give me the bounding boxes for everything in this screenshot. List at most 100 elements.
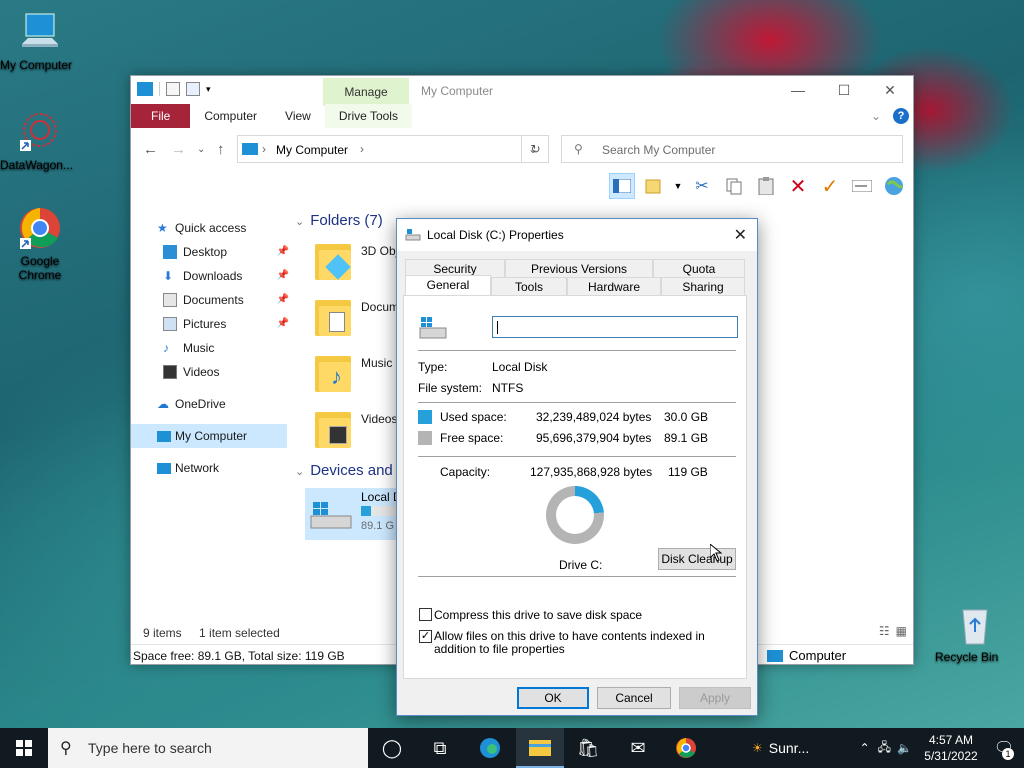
folder-videos[interactable]: Videos: [361, 412, 397, 426]
network-icon[interactable]: 🖧: [878, 738, 891, 759]
chrome-icon[interactable]: [662, 728, 710, 768]
capacity-bytes: 127,935,868,928 bytes: [530, 465, 653, 479]
folder-documents[interactable]: Docum: [361, 300, 399, 314]
tab-general[interactable]: General: [405, 275, 491, 295]
ok-button[interactable]: OK: [517, 687, 589, 709]
desktop-icon-recycle-bin[interactable]: Recycle Bin: [935, 602, 1015, 664]
large-icons-view-icon[interactable]: ▦: [896, 624, 907, 638]
forward-arrow-icon[interactable]: →: [171, 141, 186, 158]
address-bar[interactable]: › My Computer › ⌄: [237, 135, 549, 163]
search-icon: ⚲: [574, 142, 583, 156]
minimize-button[interactable]: —: [775, 76, 821, 104]
start-button[interactable]: [0, 728, 48, 768]
pin-icon[interactable]: 📌: [277, 264, 289, 288]
globe-icon[interactable]: [881, 173, 907, 199]
cancel-button[interactable]: Cancel: [597, 687, 671, 709]
tab-previous-versions[interactable]: Previous Versions: [505, 259, 653, 277]
copy-icon[interactable]: [721, 173, 747, 199]
chevron-down-icon: ⌄: [295, 216, 305, 228]
tab-hardware[interactable]: Hardware: [567, 277, 661, 295]
compress-checkbox[interactable]: [419, 608, 432, 621]
store-icon[interactable]: 🛍: [564, 728, 612, 768]
help-icon[interactable]: ?: [893, 108, 909, 124]
expand-ribbon-icon[interactable]: ⌄: [871, 109, 881, 123]
desktop-icon-chrome[interactable]: Google Chrome: [0, 206, 80, 282]
apply-button[interactable]: Apply: [679, 687, 751, 709]
chevron-right-icon[interactable]: ›: [360, 142, 364, 156]
tab-tools[interactable]: Tools: [491, 277, 567, 295]
nav-item-pictures[interactable]: Pictures 📌: [131, 312, 291, 336]
details-view-icon[interactable]: ☷: [879, 624, 890, 638]
nav-item-my-computer[interactable]: My Computer: [131, 424, 287, 448]
videos-icon: [163, 365, 177, 379]
checkmark-icon[interactable]: ✓: [817, 173, 843, 199]
disk-cleanup-button[interactable]: Disk Cleanup: [658, 548, 736, 570]
dialog-titlebar[interactable]: Local Disk (C:) Properties ✕: [397, 219, 757, 251]
cut-icon[interactable]: ✂: [689, 173, 715, 199]
folder-3d-objects[interactable]: 3D Obj: [361, 244, 398, 258]
drive-icon: [405, 229, 421, 244]
folders-group-header[interactable]: ⌄ Folders (7): [295, 212, 383, 229]
desktop-icon-my-computer[interactable]: My Computer: [0, 10, 80, 72]
delete-icon[interactable]: ✕: [785, 173, 811, 199]
pin-icon[interactable]: 📌: [277, 288, 289, 312]
download-icon: ⬇: [163, 269, 174, 283]
refresh-button[interactable]: ↻: [521, 135, 549, 163]
maximize-button[interactable]: ☐: [821, 76, 867, 104]
nav-item-quick-access[interactable]: ★ Quick access: [131, 216, 291, 240]
rename-icon[interactable]: [849, 173, 875, 199]
nav-item-documents[interactable]: Documents 📌: [131, 288, 291, 312]
properties-icon[interactable]: [166, 82, 180, 96]
clock[interactable]: 4:57 AM 5/31/2022: [918, 732, 984, 764]
search-input[interactable]: ⚲ Search My Computer: [561, 135, 903, 163]
cortana-icon[interactable]: ◯: [368, 728, 416, 768]
nav-item-onedrive[interactable]: ☁ OneDrive: [131, 392, 291, 416]
tab-sharing[interactable]: Sharing: [661, 277, 745, 295]
tab-file[interactable]: File: [131, 104, 191, 128]
up-arrow-icon[interactable]: ↑: [217, 141, 225, 158]
file-explorer-icon[interactable]: [516, 728, 564, 768]
mail-icon[interactable]: ✉: [614, 728, 662, 768]
capacity-label: Capacity:: [440, 465, 491, 479]
pin-icon[interactable]: 📌: [277, 240, 289, 264]
nav-item-downloads[interactable]: ⬇ Downloads 📌: [131, 264, 291, 288]
item-count: 9 items: [143, 626, 182, 640]
manage-contextual-tab[interactable]: Manage: [323, 78, 409, 106]
nav-item-network[interactable]: Network: [131, 456, 291, 480]
back-arrow-icon[interactable]: ←: [143, 141, 158, 158]
nav-item-videos[interactable]: Videos: [131, 360, 291, 384]
index-checkbox[interactable]: ✓: [419, 630, 432, 643]
nav-item-music[interactable]: ♪ Music: [131, 336, 291, 360]
drive-name-input[interactable]: [492, 316, 738, 338]
drive-tile-local-disk-c[interactable]: Local D 89.1 G: [305, 488, 405, 540]
tab-computer[interactable]: Computer: [190, 104, 271, 128]
recent-locations-icon[interactable]: ⌄: [197, 144, 205, 155]
chevron-up-icon[interactable]: ⌃: [860, 741, 870, 755]
taskbar-search-input[interactable]: ⚲ Type here to search: [48, 728, 368, 768]
folder-icon: [315, 240, 351, 282]
explorer-titlebar[interactable]: ▾ Manage My Computer — ☐ ✕: [131, 76, 913, 106]
chevron-down-icon[interactable]: ▼: [673, 173, 683, 199]
edge-icon[interactable]: [466, 728, 514, 768]
task-view-icon[interactable]: ⧉: [416, 728, 464, 768]
folder-music[interactable]: Music: [361, 356, 392, 370]
weather-widget[interactable]: ☀ Sunr...: [752, 740, 809, 756]
close-icon[interactable]: ✕: [734, 225, 747, 245]
nav-item-desktop[interactable]: Desktop 📌: [131, 240, 291, 264]
tab-view[interactable]: View: [271, 104, 325, 128]
type-label: Type:: [418, 360, 448, 374]
new-item-icon[interactable]: [641, 173, 667, 199]
tab-quota[interactable]: Quota: [653, 259, 745, 277]
volume-icon[interactable]: 🔈: [897, 741, 912, 755]
pin-icon[interactable]: 📌: [277, 312, 289, 336]
notification-center-icon[interactable]: 🗨 1: [984, 728, 1024, 768]
preview-pane-icon[interactable]: [609, 173, 635, 199]
devices-group-header[interactable]: ⌄ Devices and: [295, 462, 393, 479]
new-folder-icon[interactable]: [186, 82, 200, 96]
used-space-bytes: 32,239,489,024 bytes: [536, 410, 652, 424]
customize-qat-icon[interactable]: ▾: [206, 84, 211, 95]
paste-icon[interactable]: [753, 173, 779, 199]
desktop-icon-datawagon[interactable]: DataWagon...: [0, 110, 80, 172]
close-button[interactable]: ✕: [867, 76, 913, 104]
tab-drive-tools[interactable]: Drive Tools: [324, 104, 412, 128]
